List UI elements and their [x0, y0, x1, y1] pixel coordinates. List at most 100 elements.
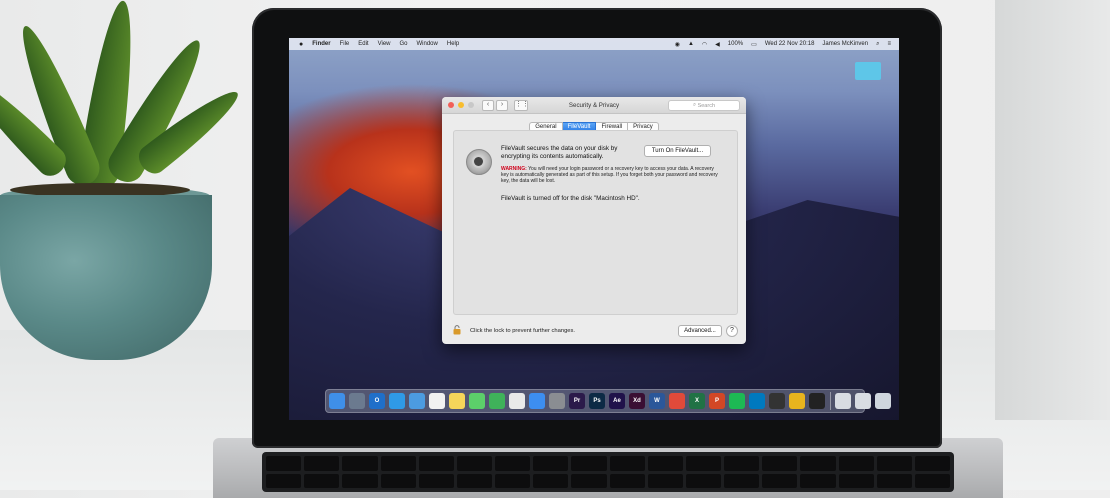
trello-icon[interactable] — [749, 393, 765, 409]
safari-icon[interactable] — [389, 393, 405, 409]
keyboard-key — [571, 456, 607, 471]
window-titlebar[interactable]: ‹ › ⋮⋮ Security & Privacy ⌕ Search — [442, 97, 746, 114]
keyboard-key — [456, 473, 492, 488]
menu-edit[interactable]: Edit — [358, 41, 368, 47]
close-button[interactable] — [448, 102, 454, 108]
menubar-user[interactable]: James McKinven — [822, 41, 868, 47]
app-store-icon[interactable] — [529, 393, 545, 409]
facetime-icon[interactable] — [489, 393, 505, 409]
forward-button[interactable]: › — [496, 99, 508, 111]
keyboard-key — [380, 456, 416, 471]
keyboard-key — [266, 456, 302, 471]
notes-icon[interactable] — [449, 393, 465, 409]
keyboard-key — [685, 473, 721, 488]
battery-icon[interactable]: ▭ — [751, 41, 757, 48]
potted-plant — [0, 0, 260, 370]
status-item-icon[interactable]: ◉ — [675, 41, 680, 48]
volume-icon[interactable]: ◀ — [715, 41, 720, 48]
spotify-icon[interactable] — [729, 393, 745, 409]
keyboard-key — [724, 473, 760, 488]
status-item-icon[interactable]: ▲ — [688, 41, 694, 47]
keyboard-key — [838, 456, 874, 471]
wifi-icon[interactable]: ◠ — [702, 41, 707, 48]
menubar-clock[interactable]: Wed 22 Nov 20:18 — [765, 41, 815, 47]
keyboard-key — [495, 473, 531, 488]
zoom-button[interactable] — [468, 102, 474, 108]
warning-text: You will need your login password or a r… — [501, 166, 718, 185]
word-icon[interactable]: W — [649, 393, 665, 409]
final-cut-icon[interactable] — [769, 393, 785, 409]
help-button[interactable]: ? — [726, 325, 738, 337]
screen-desktop: ● Finder File Edit View Go Window Help ◉… — [289, 38, 899, 420]
menu-go[interactable]: Go — [400, 41, 408, 47]
keyboard-key — [495, 456, 531, 471]
search-placeholder: Search — [697, 102, 716, 109]
menu-bar: ● Finder File Edit View Go Window Help ◉… — [289, 38, 899, 50]
pdf-icon[interactable] — [669, 393, 685, 409]
battery-percent[interactable]: 100% — [728, 41, 743, 47]
keyboard-key — [762, 456, 798, 471]
keyboard-key — [724, 456, 760, 471]
notification-center-icon[interactable]: ≡ — [887, 41, 891, 47]
powerpoint-icon[interactable]: P — [709, 393, 725, 409]
terminal-icon[interactable] — [809, 393, 825, 409]
messages-icon[interactable] — [469, 393, 485, 409]
keyboard-key — [266, 473, 302, 488]
menu-view[interactable]: View — [378, 41, 391, 47]
outlook-icon[interactable]: O — [369, 393, 385, 409]
plant-pot — [0, 195, 212, 360]
spotlight-icon[interactable]: ⌕ — [876, 41, 879, 48]
keyboard-key — [418, 456, 454, 471]
apple-menu-icon[interactable]: ● — [299, 41, 303, 48]
keyboard-key — [914, 473, 950, 488]
desktop-drive-icon[interactable] — [855, 62, 881, 80]
keyboard-key — [685, 456, 721, 471]
menu-finder[interactable]: Finder — [312, 41, 330, 47]
minimize-button[interactable] — [458, 102, 464, 108]
launchpad-icon[interactable] — [349, 393, 365, 409]
show-all-grid-icon[interactable]: ⋮⋮ — [514, 99, 529, 111]
photos-icon[interactable] — [509, 393, 525, 409]
menu-file[interactable]: File — [340, 41, 350, 47]
excel-icon[interactable]: X — [689, 393, 705, 409]
mail-icon[interactable] — [409, 393, 425, 409]
after-effects-icon[interactable]: Ae — [609, 393, 625, 409]
keyboard — [262, 452, 954, 492]
filevault-safe-icon — [466, 149, 492, 175]
downloads-stack-icon[interactable] — [835, 393, 851, 409]
keyboard-key — [342, 456, 378, 471]
menu-window[interactable]: Window — [417, 41, 438, 47]
premiere-icon[interactable]: Pr — [569, 393, 585, 409]
photoshop-icon[interactable]: Ps — [589, 393, 605, 409]
keyboard-key — [800, 473, 836, 488]
trash-icon[interactable] — [875, 393, 891, 409]
chrome-icon[interactable] — [789, 393, 805, 409]
keyboard-key — [571, 473, 607, 488]
documents-stack-icon[interactable] — [855, 393, 871, 409]
finder-icon[interactable] — [329, 393, 345, 409]
keyboard-key — [304, 456, 340, 471]
lock-icon[interactable] — [452, 325, 462, 335]
keyboard-key — [304, 473, 340, 488]
search-field[interactable]: ⌕ Search — [668, 100, 740, 111]
menu-help[interactable]: Help — [447, 41, 459, 47]
turn-on-filevault-button[interactable]: Turn On FileVault... — [644, 145, 711, 157]
keyboard-key — [647, 456, 683, 471]
keyboard-key — [800, 456, 836, 471]
warning-label: WARNING: — [501, 166, 527, 172]
filevault-status: FileVault is turned off for the disk "Ma… — [501, 195, 640, 202]
advanced-button[interactable]: Advanced... — [678, 325, 722, 337]
status-menus: ◉ ▲ ◠ ◀ 100% ▭ Wed 22 Nov 20:18 James Mc… — [675, 41, 899, 48]
xd-icon[interactable]: Xd — [629, 393, 645, 409]
keyboard-key — [533, 473, 569, 488]
keyboard-key — [380, 473, 416, 488]
system-preferences-icon[interactable] — [549, 393, 565, 409]
keyboard-key — [876, 473, 912, 488]
calendar-icon[interactable] — [429, 393, 445, 409]
keyboard-key — [914, 456, 950, 471]
dock-separator — [830, 392, 831, 410]
back-button[interactable]: ‹ — [482, 99, 494, 111]
filevault-description: FileVault secures the data on your disk … — [501, 145, 618, 160]
keyboard-key — [418, 473, 454, 488]
lock-instructions: Click the lock to prevent further change… — [470, 328, 576, 334]
